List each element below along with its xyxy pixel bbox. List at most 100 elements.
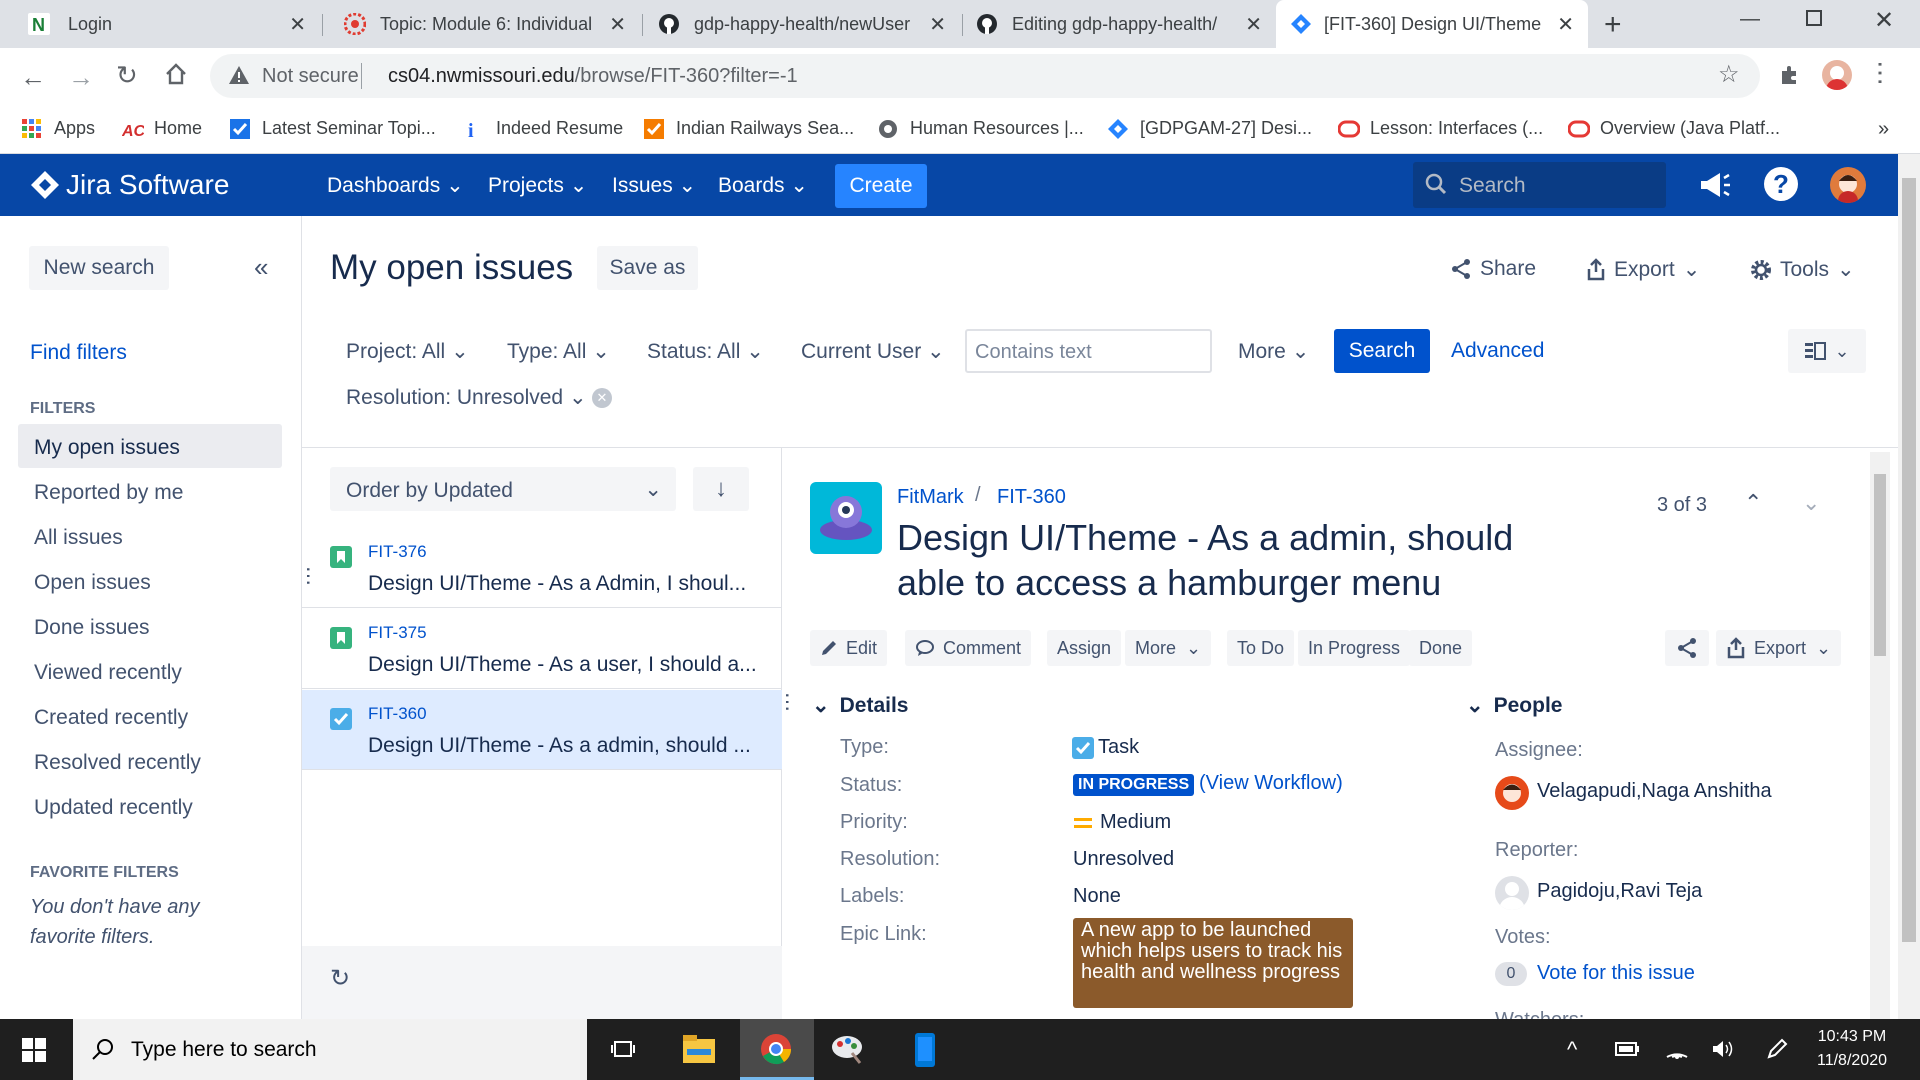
restore-window-icon[interactable] [1806,10,1822,26]
tools-button[interactable]: Tools ⌄ [1750,257,1855,282]
nav-issues[interactable]: Issues ⌄ [612,173,696,198]
in-progress-button[interactable]: In Progress [1298,630,1411,666]
layout-switcher-button[interactable]: ⌄ [1788,329,1866,373]
file-explorer-icon[interactable] [683,1035,715,1063]
filter-open-issues[interactable]: Open issues [34,571,151,595]
assignee-name[interactable]: Velagapudi,Naga Anshitha [1537,780,1772,803]
export-issue-button[interactable]: Export ⌄ [1716,630,1842,666]
search-button[interactable]: Search [1334,329,1430,373]
bookmark-indeed[interactable]: i Indeed Resume [464,118,623,139]
filter-done-issues[interactable]: Done issues [34,616,150,640]
previous-issue-icon[interactable]: ⌃ [1744,490,1762,516]
more-bookmarks-icon[interactable]: » [1878,118,1889,141]
close-tab-icon[interactable]: ✕ [289,12,306,37]
browser-tab-github-editing[interactable]: Editing gdp-happy-health/ ✕ [964,0,1276,48]
assign-button[interactable]: Assign [1047,630,1122,666]
help-icon[interactable]: ? [1764,167,1798,201]
status-filter[interactable]: Status: All ⌄ [647,339,764,364]
reporter-name[interactable]: Pagidoju,Ravi Teja [1537,880,1702,903]
next-issue-icon[interactable]: ⌄ [1802,490,1820,516]
address-bar[interactable]: Not secure cs04.nwmissouri.edu/browse/FI… [210,54,1760,98]
epic-link-lozenge[interactable]: A new app to be launched which helps use… [1073,918,1353,1008]
bookmark-apps[interactable]: Apps [22,118,95,139]
collapse-sidebar-icon[interactable]: « [254,252,268,283]
close-tab-icon[interactable]: ✕ [609,12,626,37]
export-button[interactable]: Export ⌄ [1586,257,1700,282]
filter-all-issues[interactable]: All issues [34,526,123,550]
done-button[interactable]: Done [1409,630,1473,666]
filter-viewed-recently[interactable]: Viewed recently [34,661,182,685]
vote-for-issue-link[interactable]: Vote for this issue [1537,962,1695,985]
taskbar-search-box[interactable]: Type here to search [73,1019,587,1080]
filter-resolved-recently[interactable]: Resolved recently [34,751,201,775]
close-window-icon[interactable]: ✕ [1874,6,1894,35]
home-icon[interactable] [164,62,188,86]
paint-app-icon[interactable] [830,1033,864,1065]
filter-created-recently[interactable]: Created recently [34,706,188,730]
system-clock[interactable]: 10:43 PM 11/8/2020 [1812,1025,1892,1073]
detail-scrollbar[interactable] [1870,452,1890,1019]
details-section-toggle[interactable]: ⌄ Details [812,693,908,718]
windows-start-icon[interactable] [22,1038,46,1062]
share-issue-button[interactable] [1665,630,1709,666]
type-filter[interactable]: Type: All ⌄ [507,339,610,364]
jira-logo[interactable]: Jira Software [30,169,229,201]
show-hidden-icons-icon[interactable]: ^ [1567,1037,1577,1063]
page-scrollbar[interactable] [1898,154,1920,1019]
project-filter[interactable]: Project: All ⌄ [346,339,469,364]
filter-reported-by-me[interactable]: Reported by me [34,481,183,505]
clear-filter-icon[interactable]: ✕ [592,388,612,408]
find-filters-link[interactable]: Find filters [30,341,127,365]
project-breadcrumb[interactable]: FitMark [897,486,964,509]
save-as-button[interactable]: Save as [597,246,698,290]
resize-handle-icon[interactable]: ⋯ [776,692,798,712]
issue-key[interactable]: FIT-376 [368,542,427,562]
minimize-window-icon[interactable]: — [1740,8,1760,31]
contains-text-input[interactable]: Contains text [965,329,1212,373]
browser-tab-login[interactable]: N Login ✕ [0,0,320,48]
order-by-select[interactable]: Order by Updated ⌄ [330,467,676,511]
chrome-menu-icon[interactable]: ⋯ [1866,60,1896,86]
reload-icon[interactable]: ↻ [116,60,138,91]
new-tab-icon[interactable]: + [1604,8,1622,42]
issue-key[interactable]: FIT-360 [368,704,427,724]
nav-dashboards[interactable]: Dashboards ⌄ [327,173,464,198]
forward-icon[interactable]: → [68,62,94,93]
sort-direction-button[interactable]: ↓ [693,467,749,511]
browser-tab-canvas[interactable]: Topic: Module 6: Individual ✕ [324,0,640,48]
advanced-search-link[interactable]: Advanced [1451,339,1544,363]
bookmark-home[interactable]: ACT Home [122,118,202,139]
nav-projects[interactable]: Projects ⌄ [488,173,587,198]
close-tab-icon[interactable]: ✕ [1557,12,1574,37]
close-tab-icon[interactable]: ✕ [929,12,946,37]
resolution-filter[interactable]: Resolution: Unresolved ⌄ [346,385,587,410]
bookmark-interfaces[interactable]: Lesson: Interfaces (... [1338,118,1543,139]
url-text[interactable]: cs04.nwmissouri.edu/browse/FIT-360?filte… [388,65,798,88]
back-icon[interactable]: ← [20,62,46,93]
profile-avatar[interactable] [1822,60,1852,90]
issue-list-item[interactable]: FIT-376 Design UI/Theme - As a Admin, I … [302,528,782,608]
to-do-button[interactable]: To Do [1227,630,1295,666]
more-actions-button[interactable]: More ⌄ [1125,630,1212,666]
bookmark-railways[interactable]: Indian Railways Sea... [644,118,854,139]
issue-list-item[interactable]: FIT-375 Design UI/Theme - As a user, I s… [302,609,782,689]
assignee-filter[interactable]: Current User ⌄ [801,339,945,364]
wifi-icon[interactable] [1665,1037,1689,1059]
nav-boards[interactable]: Boards ⌄ [718,173,808,198]
close-tab-icon[interactable]: ✕ [1245,12,1262,37]
refresh-icon[interactable]: ↻ [330,964,350,993]
phone-app-icon[interactable] [914,1033,936,1067]
battery-icon[interactable] [1614,1041,1640,1057]
issue-list-item-selected[interactable]: FIT-360 Design UI/Theme - As a admin, sh… [302,690,782,770]
browser-tab-github-newuser[interactable]: gdp-happy-health/newUser ✕ [644,0,960,48]
bookmark-hr[interactable]: Human Resources |... [878,118,1084,139]
volume-icon[interactable] [1711,1039,1735,1059]
view-workflow-link[interactable]: (View Workflow) [1199,772,1343,795]
bookmark-gdpgam[interactable]: [GDPGAM-27] Desi... [1108,118,1312,139]
taskbar-chrome[interactable] [740,1019,814,1080]
edit-button[interactable]: Edit [810,630,888,666]
pen-icon[interactable] [1765,1037,1789,1061]
notifications-megaphone-icon[interactable] [1698,168,1732,202]
filter-updated-recently[interactable]: Updated recently [34,796,193,820]
bookmark-seminar[interactable]: Latest Seminar Topi... [230,118,436,139]
